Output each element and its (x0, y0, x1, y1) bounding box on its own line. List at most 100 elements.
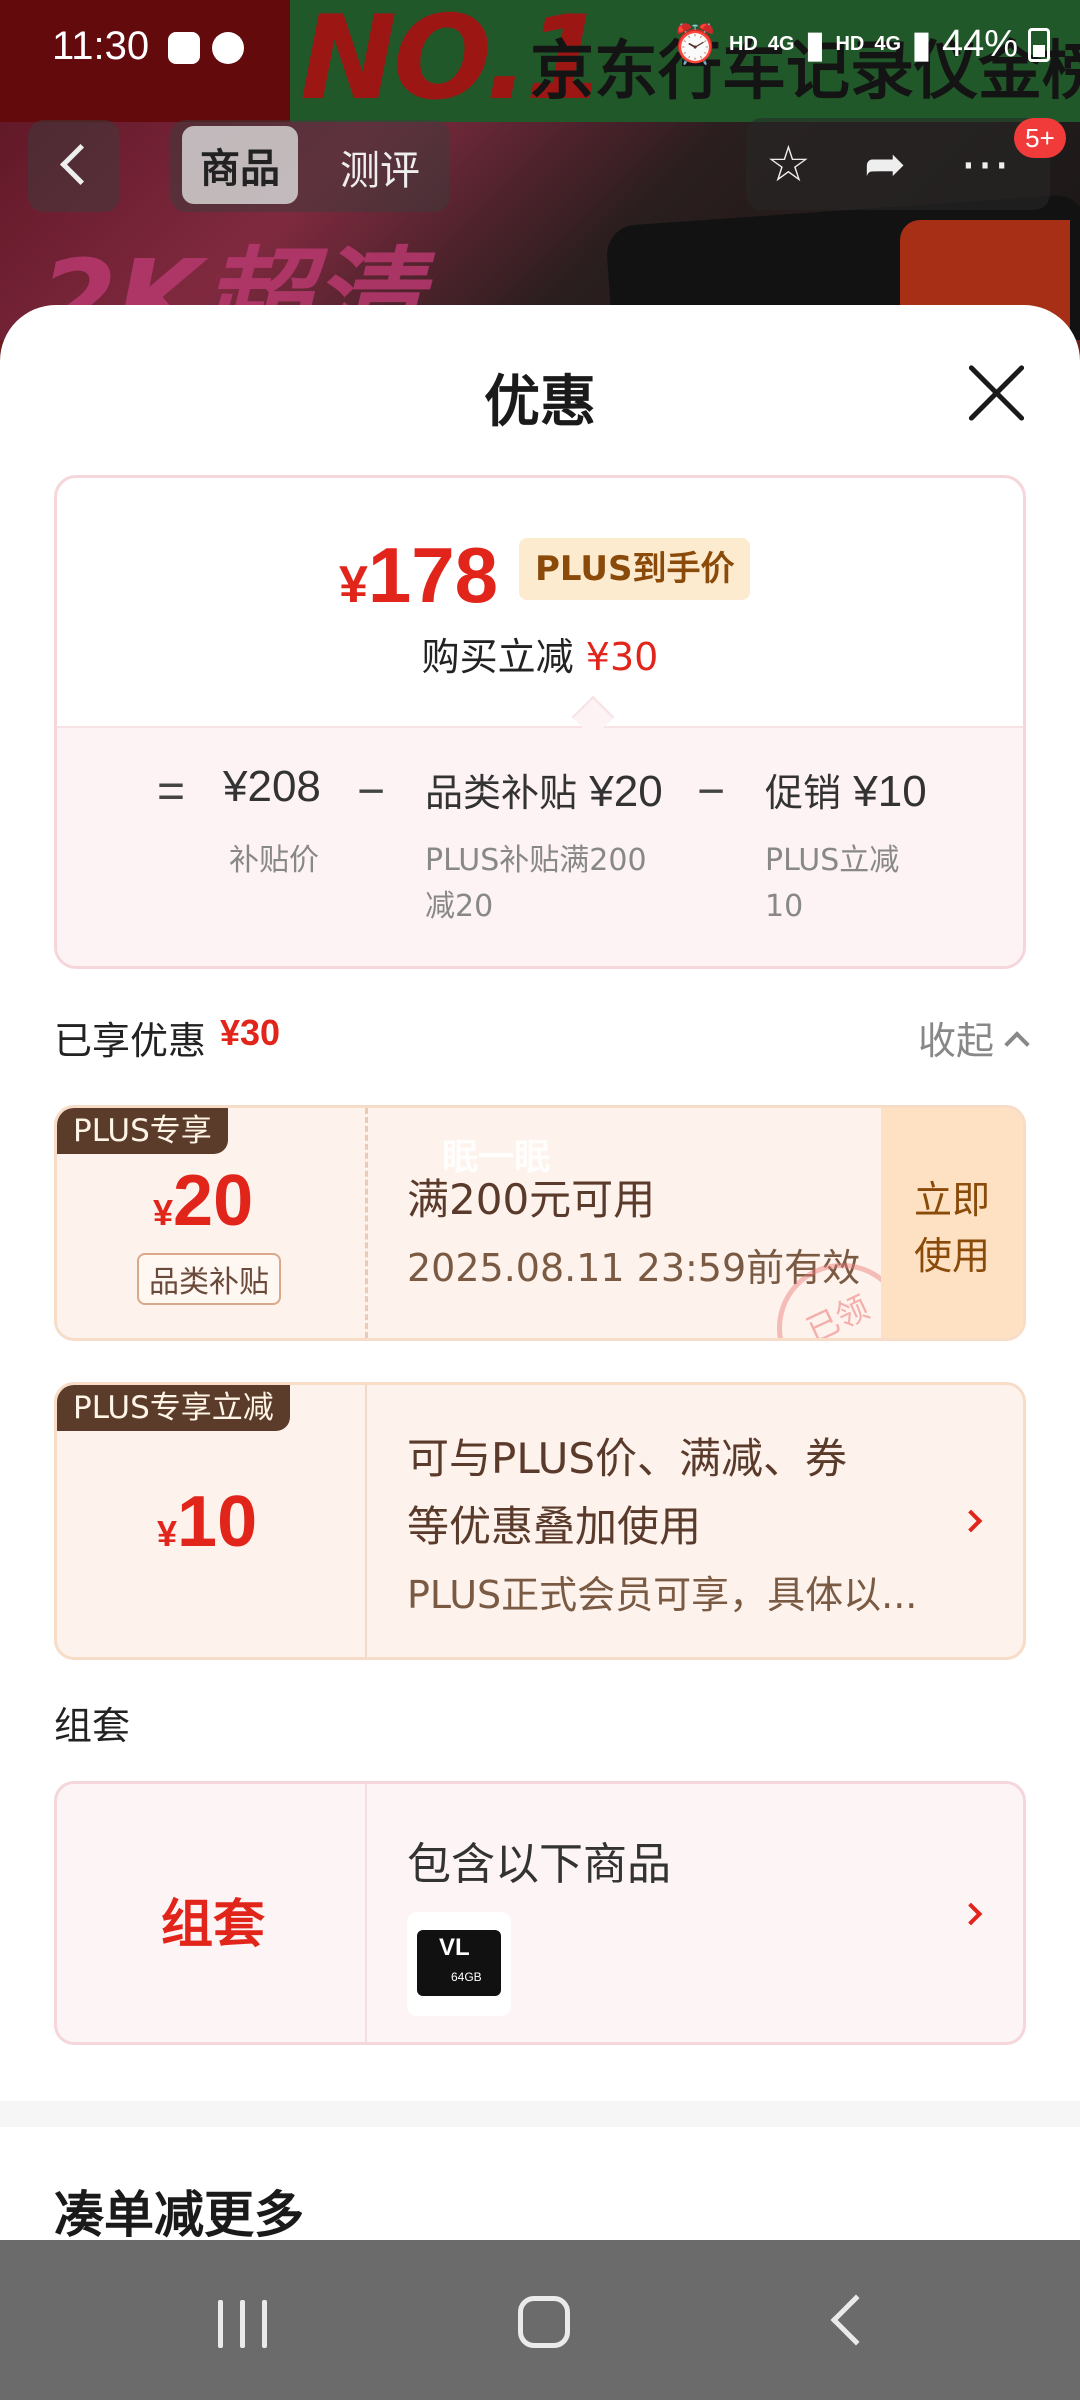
minus-sign: − (357, 765, 386, 818)
subsidy-desc-line1: PLUS补贴满200 (425, 843, 647, 878)
promo-amount: ¥10 (853, 767, 927, 816)
signal-4g-label-2: 4G (874, 33, 902, 55)
use-now-line1: 立即 (913, 1178, 990, 1222)
base-price: ¥208 (223, 762, 321, 811)
subsidy-desc: PLUS补贴满200 减20 (425, 838, 647, 930)
more-discount-title: 凑单减更多 (54, 2186, 304, 2240)
combo-card-label: 组套 (161, 1895, 266, 1955)
app-notification-icon (168, 32, 200, 64)
home-button[interactable] (518, 2296, 570, 2348)
final-price: ¥178 (339, 530, 498, 621)
status-bar: 11:30 ⏰ HD 4G ▮ HD 4G ▮ 44% (0, 0, 1080, 100)
section-separator (0, 2101, 1080, 2127)
status-right: ⏰ HD 4G ▮ HD 4G ▮ 44% (672, 22, 1050, 67)
signal-4g-label: 4G (767, 33, 795, 55)
battery-percent: 44% (941, 23, 1018, 65)
reduction-line1: 可与PLUS价、满减、券 (407, 1434, 848, 1483)
more-icon[interactable]: ⋯ (960, 138, 1010, 190)
app-notification-icon (212, 32, 244, 64)
reduce-amount: ¥30 (585, 635, 659, 679)
battery-icon (1028, 27, 1050, 62)
sd-card-brand: VL (439, 1934, 470, 1961)
system-back-button[interactable] (830, 2294, 882, 2346)
tab-review[interactable]: 测评 (340, 138, 420, 196)
combo-divider (365, 1784, 367, 2042)
subsidy-amount: ¥20 (589, 767, 663, 816)
coupon-card-category: PLUS专享 ¥20 品类补贴 眠一眠 满200元可用 2025.08.11 2… (54, 1105, 1026, 1341)
reduction-line3: PLUS正式会员可享，具体以... (407, 1573, 918, 1617)
plus-exclusive-tag: PLUS专享 (57, 1108, 228, 1154)
reduce-label: 购买立减 (421, 635, 574, 679)
price-summary-card: ¥178 PLUS到手价 购买立减 ¥30 = ¥208 补贴价 − 品类补贴 … (54, 475, 1026, 969)
star-icon[interactable]: ☆ (766, 138, 811, 190)
subsidy-desc-line2: 减20 (425, 889, 494, 924)
promo: 促销 ¥10 (765, 762, 927, 817)
promo-label: 促销 (765, 771, 842, 815)
recent-apps-button[interactable] (218, 2300, 272, 2348)
nav-actions: ☆ ➦ ⋯ (746, 118, 1050, 210)
sd-card-capacity: 64GB (451, 1970, 482, 1984)
coupon-amount: ¥20 (153, 1160, 253, 1242)
base-price-label: 补贴价 (229, 843, 319, 878)
reduction-info: 可与PLUS价、满减、券 等优惠叠加使用 PLUS正式会员可享，具体以... (407, 1425, 917, 1629)
subsidy-label: 品类补贴 (425, 771, 578, 815)
tab-product[interactable]: 商品 (182, 126, 298, 204)
chevron-up-icon (1004, 1030, 1030, 1057)
coupon-card-plus-reduction[interactable]: PLUS专享立减 ¥10 可与PLUS价、满减、券 等优惠叠加使用 PLUS正式… (54, 1382, 1026, 1660)
sheet-title: 优惠 (484, 370, 596, 435)
enjoyed-label: 已享优惠 (54, 1019, 207, 1063)
notification-icons (160, 30, 250, 70)
close-button[interactable] (958, 355, 1034, 431)
product-tabs: 商品 测评 (170, 120, 450, 212)
sd-card-thumbnail[interactable]: VL 64GB (407, 1912, 511, 2016)
enjoyed-discount-row: 已享优惠 ¥30 收起 (54, 1010, 1030, 1066)
sd-card-image: VL 64GB (417, 1930, 501, 1996)
message-badge: 5+ (1014, 118, 1066, 158)
coupon-condition: 满200元可用 (407, 1175, 656, 1224)
reduction-amount-value: 10 (177, 1482, 258, 1562)
use-now-line2: 使用 (913, 1234, 990, 1278)
promo-desc-line2: 10 (765, 889, 804, 924)
combo-card[interactable]: 组套 包含以下商品 VL 64GB (54, 1781, 1026, 2045)
system-navigation-bar (0, 2240, 1080, 2400)
plus-price-tag: PLUS到手价 (519, 538, 751, 600)
coupon-currency: ¥ (153, 1192, 174, 1233)
wifi-hd-label: HD (728, 33, 758, 55)
reduction-line2: 等优惠叠加使用 (407, 1502, 702, 1551)
combo-section-label: 组套 (54, 1704, 131, 1748)
final-price-value: 178 (367, 531, 499, 619)
price-breakdown: = ¥208 补贴价 − 品类补贴 ¥20 PLUS补贴满200 减20 − 促… (57, 726, 1023, 966)
enjoyed-amount: ¥30 (220, 1012, 281, 1053)
reduction-currency: ¥ (157, 1513, 178, 1554)
collapse-label: 收起 (917, 1019, 994, 1063)
signal-icon-2: ▮ (911, 24, 932, 66)
use-now-button[interactable]: 立即 使用 (881, 1108, 1023, 1338)
subsidy: 品类补贴 ¥20 (425, 762, 663, 817)
back-button[interactable] (28, 120, 120, 212)
chevron-right-icon (959, 1509, 983, 1533)
signal-icon: ▮ (804, 24, 826, 66)
price-summary-top: ¥178 PLUS到手价 购买立减 ¥30 (57, 478, 1023, 726)
combo-title: 包含以下商品 (407, 1839, 671, 1890)
currency-symbol: ¥ (339, 556, 368, 614)
promo-desc: PLUS立减 10 (765, 838, 899, 930)
coupon-category-tag: 品类补贴 (137, 1253, 281, 1305)
coupon-info: 满200元可用 2025.08.11 23:59前有效 (407, 1166, 860, 1292)
plus-reduction-tag: PLUS专享立减 (57, 1385, 290, 1431)
equals-sign: = (157, 765, 186, 818)
alarm-icon: ⏰ (671, 23, 719, 66)
coupon-amount-value: 20 (173, 1161, 254, 1241)
share-icon[interactable]: ➦ (864, 138, 906, 190)
collapse-button[interactable]: 收起 (917, 1010, 1030, 1065)
discount-sheet: 优惠 ¥178 PLUS到手价 购买立减 ¥30 = ¥208 补贴价 − 品类… (0, 305, 1080, 2240)
promo-desc-line1: PLUS立减 (765, 843, 900, 878)
reduction-amount: ¥10 (157, 1481, 257, 1563)
reduce-line: 购买立减 ¥30 (57, 626, 1023, 681)
signal-hd-label: HD (835, 33, 865, 55)
coupon-validity: 2025.08.11 23:59前有效 (407, 1246, 861, 1290)
status-time: 11:30 (52, 24, 150, 68)
coupon-divider (365, 1108, 368, 1338)
coupon-divider (365, 1385, 367, 1657)
chevron-right-icon (959, 1902, 983, 1926)
minus-sign-2: − (697, 765, 726, 818)
